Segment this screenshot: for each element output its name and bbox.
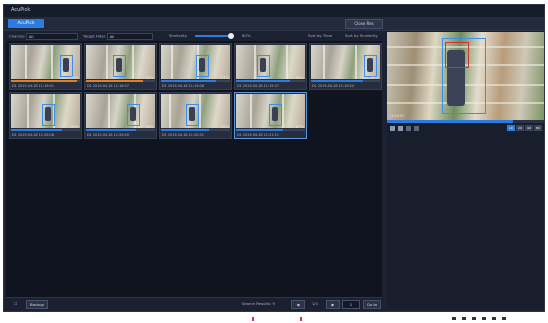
face-box (445, 42, 469, 68)
preview-panel: 11:19:01 1X 2X 4X 8X (387, 31, 544, 309)
similarity-percent: 89% (71, 125, 79, 129)
similarity-bar (11, 80, 80, 82)
stop-button[interactable] (398, 126, 403, 131)
similarity-percent: 88% (221, 125, 229, 129)
result-timestamp: D1 2019-04-18 11:20:08 (12, 133, 54, 137)
result-card[interactable]: 90% D1 2019-04-18 11:19:37 (234, 43, 307, 90)
similarity-value: 80% (242, 33, 251, 38)
similarity-percent: 91% (221, 76, 229, 80)
similarity-bar (161, 80, 230, 82)
step-button[interactable] (406, 126, 411, 131)
select-all-checkbox[interactable]: ☐ (14, 301, 17, 306)
result-thumbnail (236, 45, 305, 79)
result-card-selected[interactable]: 87% D1 2019-04-18 11:21:11 (234, 92, 307, 139)
app-title: AcuPick (11, 7, 31, 13)
result-timestamp: D1 2019-04-18 11:21:11 (237, 133, 279, 137)
result-card[interactable]: 89% D1 2019-04-18 11:20:08 (9, 92, 82, 139)
similarity-percent: 99% (71, 76, 79, 80)
similarity-bar (311, 80, 380, 82)
result-thumbnail (311, 45, 380, 79)
playback-time: 11:19:01 (389, 114, 405, 118)
video-player[interactable]: 11:19:01 (387, 32, 544, 120)
tab-acupick[interactable]: AcuPick (8, 19, 44, 28)
result-timestamp: D1 2019-04-18 11:18:07 (87, 84, 129, 88)
playback-progress[interactable] (387, 120, 544, 123)
similarity-bar (86, 80, 155, 82)
result-timestamp: D1 2019-04-18 11:19:37 (237, 84, 279, 88)
similarity-bar (236, 129, 305, 131)
results-panel: Channel All Target Filter All Similarity… (6, 31, 382, 297)
channel-filter[interactable]: Channel All (9, 33, 78, 40)
backup-button[interactable]: Backup (26, 300, 48, 309)
speed-2x-button[interactable]: 2X (516, 125, 524, 131)
similarity-percent: 90% (371, 76, 379, 80)
result-card[interactable]: 91% D1 2019-04-18 11:18:07 (84, 43, 157, 90)
result-card[interactable]: 99% D1 2019-04-18 11:19:01 (9, 43, 82, 90)
result-card[interactable]: 88% D1 2019-04-18 11:20:49 (84, 92, 157, 139)
result-thumbnail (161, 94, 230, 128)
goto-page-input[interactable]: 1 (342, 300, 360, 309)
snapshot-button[interactable] (414, 126, 419, 131)
result-card[interactable]: 88% D1 2019-04-18 11:20:51 (159, 92, 232, 139)
footer-bar: ☐ Backup Search Results: 9 ◀ 1/1 ▶ 1 Go … (6, 297, 382, 310)
marker (300, 317, 302, 321)
play-button[interactable] (390, 126, 395, 131)
channel-label: Channel (9, 33, 25, 39)
result-card[interactable]: 91% D1 2019-04-18 11:19:08 (159, 43, 232, 90)
channel-select[interactable]: All (25, 33, 78, 40)
speed-1x-button[interactable]: 1X (507, 125, 515, 131)
result-thumbnail (11, 94, 80, 128)
sort-by-time-button[interactable]: Sort by Time (308, 33, 332, 38)
similarity-bar (86, 129, 155, 131)
acupick-window: AcuPick AcuPick Close Res Channel All Ta… (3, 4, 545, 312)
marker (252, 317, 254, 321)
target-filter-label: Target Filter (83, 33, 106, 39)
filter-row: Channel All Target Filter All Similarity… (6, 31, 382, 41)
result-timestamp: D1 2019-04-18 11:19:01 (12, 84, 54, 88)
similarity-label: Similarity (169, 33, 187, 38)
result-thumbnail (161, 45, 230, 79)
title-bar: AcuPick (4, 5, 544, 17)
target-filter[interactable]: Target Filter All (83, 33, 153, 40)
search-results-count: Search Results: 9 (242, 301, 275, 306)
target-filter-select[interactable]: All (106, 33, 153, 40)
result-timestamp: D1 2019-04-18 11:20:49 (87, 133, 129, 137)
sort-by-similarity-button[interactable]: Sort by Similarity (345, 33, 378, 38)
similarity-percent: 91% (146, 76, 154, 80)
prev-page-button[interactable]: ◀ (291, 300, 305, 309)
speed-8x-button[interactable]: 8X (534, 125, 542, 131)
similarity-bar (11, 129, 80, 131)
page-indicator: 1/1 (312, 301, 319, 306)
result-thumbnail (11, 45, 80, 79)
tab-row: AcuPick Close Res (4, 17, 544, 31)
result-timestamp: D1 2019-04-18 11:19:44 (312, 84, 354, 88)
result-timestamp: D1 2019-04-18 11:19:08 (162, 84, 204, 88)
next-page-button[interactable]: ▶ (326, 300, 340, 309)
result-thumbnail (236, 94, 305, 128)
similarity-percent: 90% (296, 76, 304, 80)
similarity-bar (161, 129, 230, 131)
close-results-button[interactable]: Close Res (345, 19, 383, 29)
similarity-bar (236, 80, 305, 82)
playback-progress-fill (387, 120, 513, 123)
result-thumbnail (86, 94, 155, 128)
result-timestamp: D1 2019-04-18 11:20:51 (162, 133, 204, 137)
result-card[interactable]: 90% D1 2019-04-18 11:19:44 (309, 43, 382, 90)
goto-button[interactable]: Go to (363, 300, 381, 309)
result-thumbnail (86, 45, 155, 79)
similarity-slider-handle[interactable] (228, 33, 234, 39)
similarity-percent: 88% (146, 125, 154, 129)
speed-4x-button[interactable]: 4X (525, 125, 533, 131)
similarity-percent: 87% (296, 125, 304, 129)
